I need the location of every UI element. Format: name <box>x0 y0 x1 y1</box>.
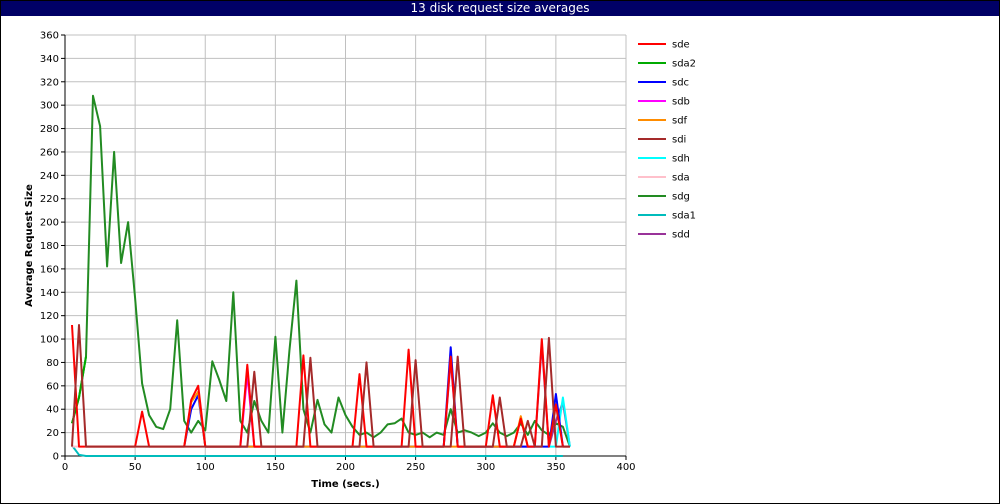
legend-label-sdc: sdc <box>672 78 689 89</box>
y-tick-label: 280 <box>40 124 59 135</box>
y-tick-label: 360 <box>40 31 59 42</box>
chart-canvas: 0 20 40 60 80 100 120 140 160 180 200 220 240 260 280 3… <box>24 31 696 491</box>
legend-label-sdd: sdd <box>672 230 690 241</box>
x-tick-label: 300 <box>476 462 495 473</box>
y-tick-label: 300 <box>40 101 59 112</box>
y-tick-label: 160 <box>40 264 59 275</box>
legend-label-sdi: sdi <box>672 135 686 146</box>
y-tick-label: 40 <box>46 405 59 416</box>
x-tick-label: 200 <box>336 462 355 473</box>
y-tick-label: 20 <box>46 428 59 439</box>
y-tick-label: 260 <box>40 147 59 158</box>
x-tick-label: 50 <box>129 462 142 473</box>
y-tick-label: 320 <box>40 77 59 88</box>
x-tick-label: 250 <box>406 462 425 473</box>
x-tick-label: 100 <box>196 462 215 473</box>
y-tick-label: 240 <box>40 171 59 182</box>
y-tick-label: 220 <box>40 194 59 205</box>
legend-label-sde: sde <box>672 40 690 51</box>
x-tick-label: 400 <box>616 462 635 473</box>
y-tick-label: 340 <box>40 54 59 65</box>
legend-label-sdf: sdf <box>672 116 688 127</box>
x-axis-label: Time (secs.) <box>311 479 380 490</box>
legend-label-sdg: sdg <box>672 192 690 203</box>
legend: sde sda2 sdc sdb sdf sdi sdh sda sdg sda1 sdd <box>638 40 696 241</box>
x-tick-label: 0 <box>62 462 68 473</box>
y-tick-label: 180 <box>40 241 59 252</box>
legend-label-sda2: sda2 <box>672 59 696 70</box>
y-tick-label: 80 <box>46 358 59 369</box>
y-tick-label: 140 <box>40 288 59 299</box>
y-axis-label: Average Request Size <box>24 184 35 307</box>
y-tick-label: 200 <box>40 218 59 229</box>
y-tick-label: 120 <box>40 311 59 322</box>
grid-lines <box>64 34 627 457</box>
y-tick-label: 100 <box>40 335 59 346</box>
legend-label-sda: sda <box>672 173 690 184</box>
legend-label-sda1: sda1 <box>672 211 696 222</box>
legend-label-sdh: sdh <box>672 154 690 165</box>
y-tick-label: 60 <box>46 381 59 392</box>
y-tick-label: 0 <box>53 452 59 463</box>
x-tick-label: 350 <box>546 462 565 473</box>
legend-label-sdb: sdb <box>672 97 690 108</box>
x-tick-label: 150 <box>266 462 285 473</box>
